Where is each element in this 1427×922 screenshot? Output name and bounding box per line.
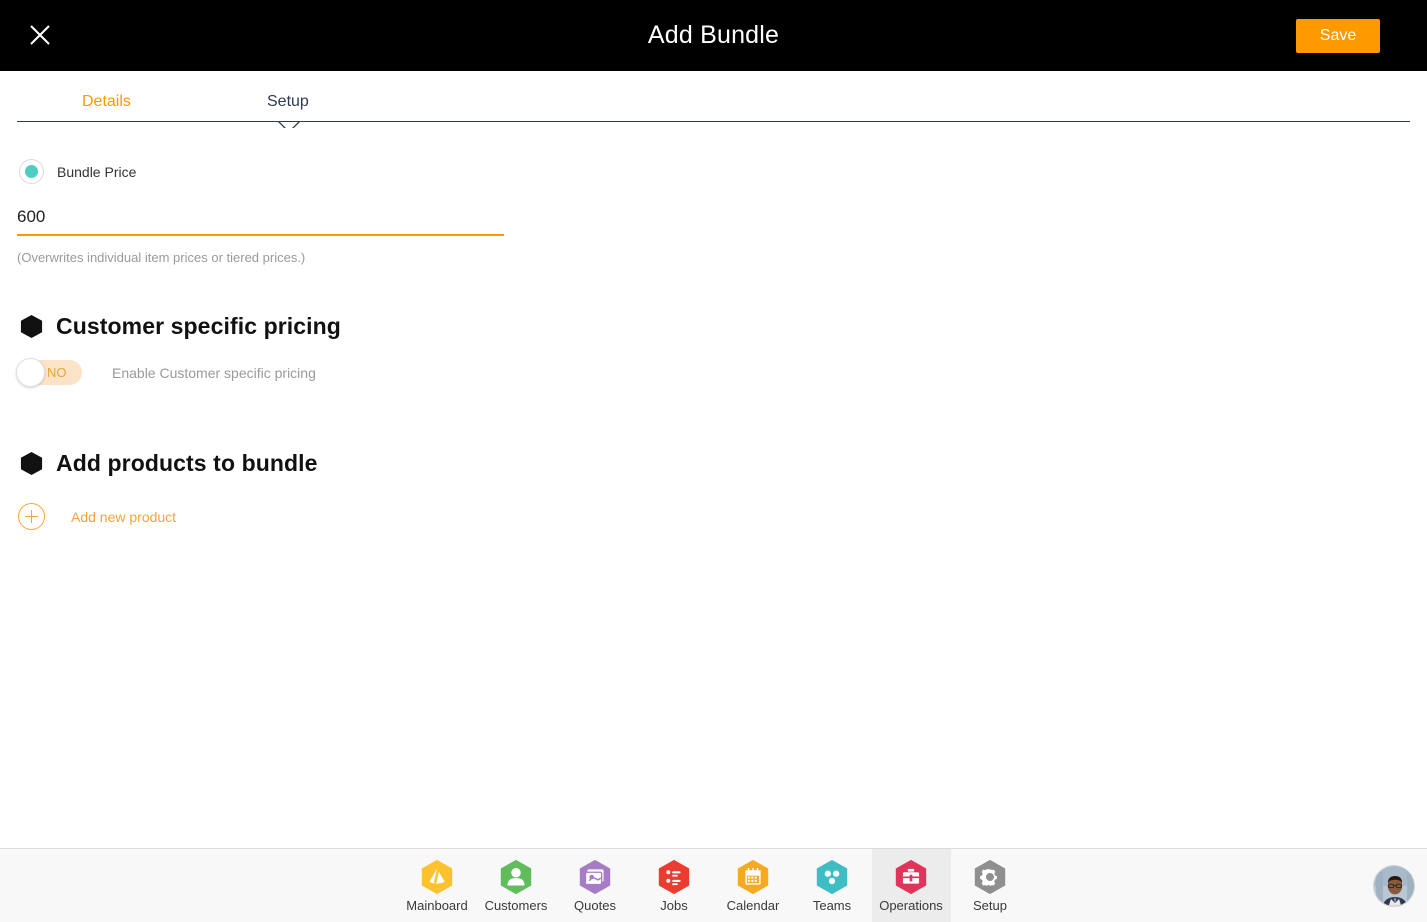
bundle-price-radio-label: Bundle Price [57, 163, 137, 180]
nav-label-teams: Teams [812, 898, 852, 913]
mainboard-icon [421, 859, 453, 895]
section-add-products: Add products to bundle [19, 450, 318, 477]
add-new-product-button[interactable]: Add new product [18, 503, 176, 530]
quotes-icon [579, 859, 611, 895]
save-button[interactable]: Save [1296, 19, 1380, 53]
user-avatar[interactable] [1373, 865, 1415, 907]
section-title-add-products: Add products to bundle [56, 450, 318, 476]
nav-item-calendar[interactable]: Calendar [714, 849, 793, 922]
jobs-icon [658, 859, 690, 895]
hexagon-bullet-icon [20, 451, 43, 476]
add-new-product-label: Add new product [71, 508, 177, 525]
nav-label-operations: Operations [879, 898, 943, 913]
section-title-customer-specific-pricing: Customer specific pricing [56, 313, 341, 339]
nav-label-jobs: Jobs [660, 898, 688, 913]
nav-item-setup[interactable]: Setup [951, 849, 1030, 922]
toggle-state-label: NO [47, 365, 67, 380]
customer-specific-pricing-toggle-label: Enable Customer specific pricing [112, 364, 316, 381]
page-title: Add Bundle [647, 21, 780, 49]
tab-setup[interactable]: Setup [267, 93, 309, 111]
operations-icon [895, 859, 927, 895]
nav-item-operations[interactable]: Operations [871, 849, 951, 922]
calendar-icon [737, 859, 769, 895]
nav-item-teams[interactable]: Teams [793, 849, 872, 922]
title-bar: Add Bundle Save [0, 0, 1427, 71]
toggle-knob [16, 358, 45, 387]
nav-item-customers[interactable]: Customers [477, 849, 556, 922]
nav-label-customers: Customers [484, 898, 548, 913]
nav-item-quotes[interactable]: Quotes [556, 849, 635, 922]
hexagon-bullet-icon [20, 314, 43, 339]
section-customer-specific-pricing: Customer specific pricing [19, 313, 341, 340]
bundle-price-input[interactable] [17, 204, 504, 236]
bundle-price-field [17, 204, 504, 236]
nav-label-setup: Setup [973, 898, 1007, 913]
nav-label-quotes: Quotes [574, 898, 616, 913]
teams-icon [816, 859, 848, 895]
bottom-navigation-bar: Mainboard Customers Quotes Jobs Calendar… [0, 848, 1427, 922]
customers-icon [500, 859, 532, 895]
nav-item-mainboard[interactable]: Mainboard [398, 849, 477, 922]
bundle-price-radio[interactable]: Bundle Price [19, 159, 136, 184]
nav-items: Mainboard Customers Quotes Jobs Calendar… [0, 849, 1427, 922]
setup-gear-icon [974, 859, 1006, 895]
setup-form: Bundle Price (Overwrites individual item… [0, 128, 1427, 848]
nav-item-jobs[interactable]: Jobs [635, 849, 714, 922]
tab-bar: Details Setup [0, 71, 1427, 133]
nav-label-mainboard: Mainboard [406, 898, 468, 913]
radio-button-icon [19, 159, 44, 184]
radio-selected-dot [25, 165, 38, 178]
bundle-price-help-text: (Overwrites individual item prices or ti… [17, 250, 306, 265]
plus-circle-icon [18, 503, 45, 530]
customer-specific-pricing-toggle[interactable]: NO [16, 358, 82, 387]
customer-specific-pricing-toggle-row: NO Enable Customer specific pricing [16, 358, 316, 387]
nav-label-calendar: Calendar [726, 898, 780, 913]
tab-divider [17, 121, 1410, 122]
tab-details[interactable]: Details [82, 93, 131, 111]
